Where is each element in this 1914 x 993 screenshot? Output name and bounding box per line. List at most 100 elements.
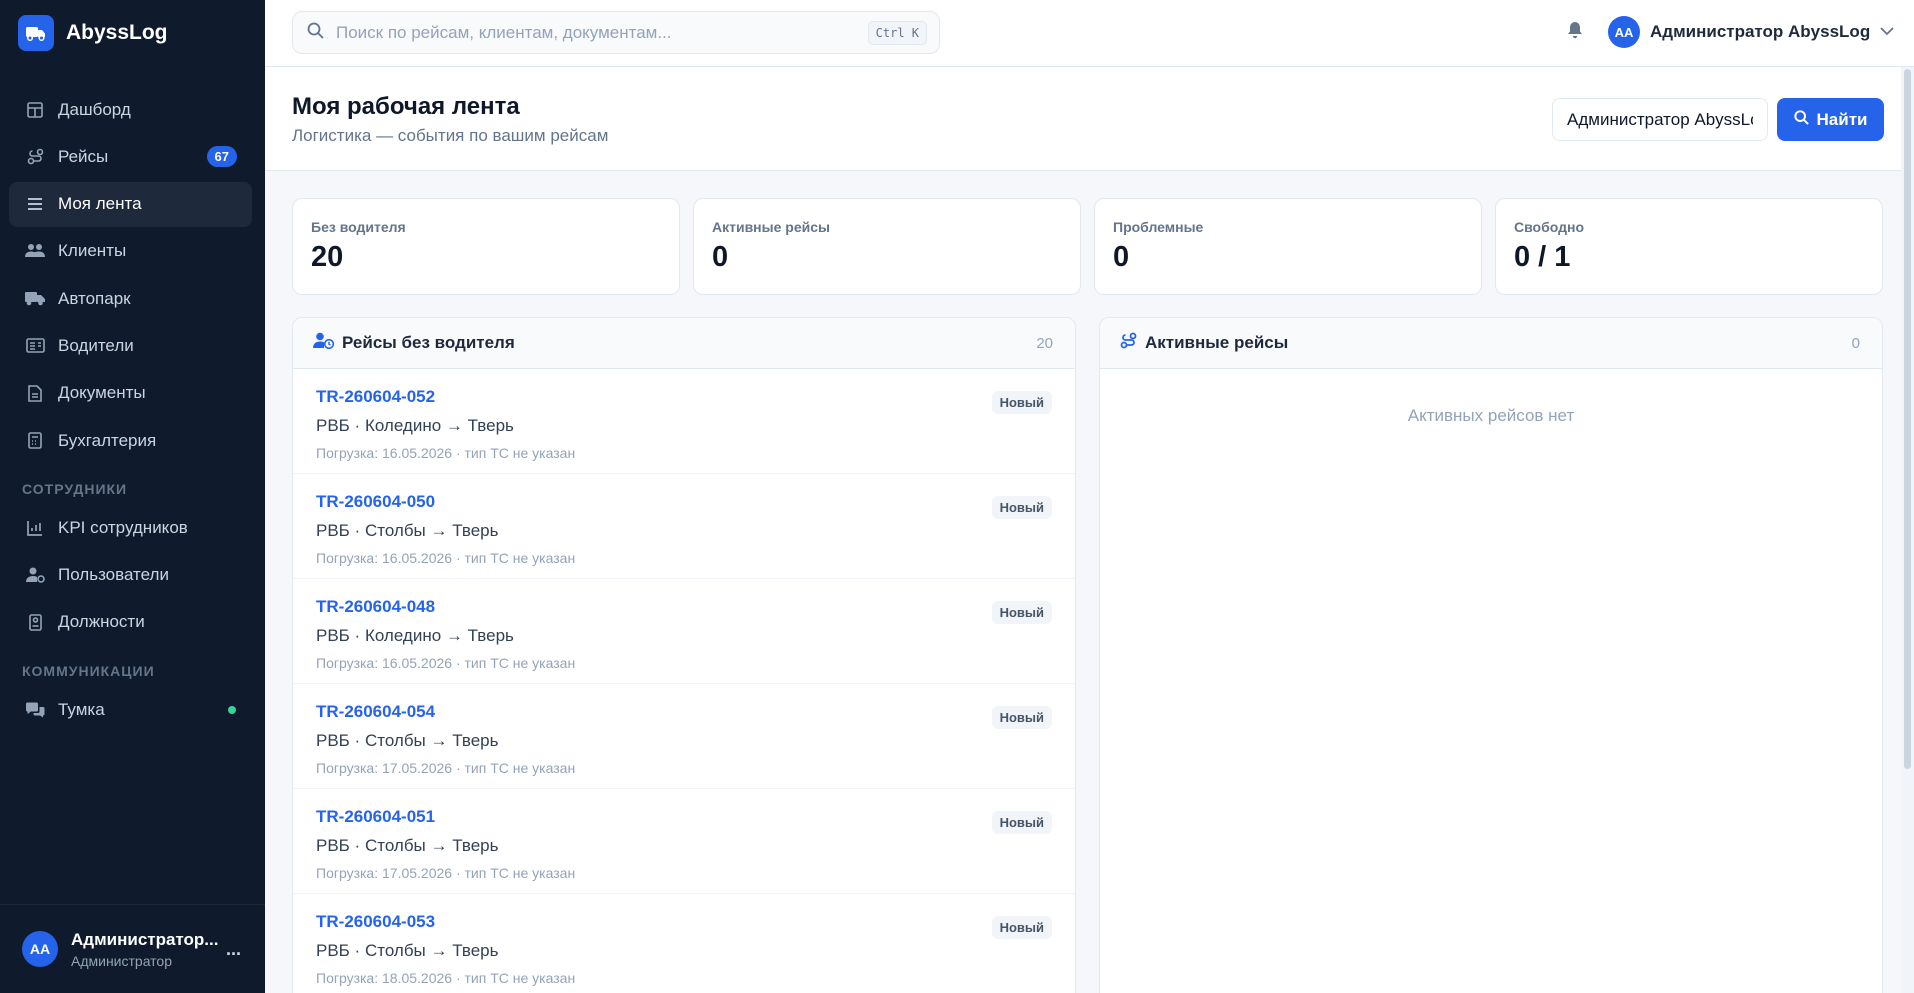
sidebar-item-kpi[interactable]: KPI сотрудников (9, 505, 252, 550)
trip-id-link[interactable]: TR-260604-052 (316, 387, 1052, 407)
trip-row[interactable]: TR-260604-048 РВБ · Коледино → Тверь Пог… (293, 579, 1075, 684)
sidebar-item-label: Пользователи (58, 565, 169, 585)
panel-title: Рейсы без водителя (342, 333, 515, 352)
status-badge: Новый (991, 391, 1052, 414)
grid-icon (24, 99, 46, 121)
status-badge: Новый (991, 916, 1052, 939)
page-subtitle: Логистика — события по вашим рейсам (292, 126, 609, 145)
stat-label: Проблемные (1113, 219, 1204, 235)
stat-value: 0 / 1 (1514, 241, 1571, 273)
trip-row[interactable]: TR-260604-053 РВБ · Столбы → Тверь Погру… (293, 894, 1075, 993)
section-communications: КОММУНИКАЦИИ (22, 663, 155, 680)
stat-label: Свободно (1514, 219, 1584, 235)
stat-card-unassigned: Без водителя 20 (292, 198, 680, 295)
sidebar-item-clients[interactable]: Клиенты (9, 229, 252, 274)
trip-id-link[interactable]: TR-260604-050 (316, 492, 1052, 512)
trip-route: РВБ · Коледино → Тверь (316, 626, 514, 645)
page-scrollbar[interactable] (1901, 67, 1914, 993)
stat-value: 0 (1113, 241, 1130, 273)
user-menu[interactable]: AA Администратор AbyssLog (1608, 16, 1894, 48)
employee-filter-input[interactable] (1552, 98, 1768, 141)
trip-id-link[interactable]: TR-260604-051 (316, 807, 1052, 827)
user-name: Администратор AbyssLog (1650, 22, 1871, 41)
sidebar: AbyssLog Дашборд Рейсы 67 Моя лента Клие… (0, 0, 265, 993)
trip-row[interactable]: TR-260604-054 РВБ · Столбы → Тверь Погру… (293, 684, 1075, 789)
avatar: AA (22, 931, 58, 967)
trip-meta: Погрузка: 16.05.2026 · тип ТС не указан (316, 655, 576, 671)
panel-header: Активные рейсы 0 (1100, 318, 1882, 369)
sidebar-item-label: Клиенты (58, 241, 127, 261)
trip-meta: Погрузка: 17.05.2026 · тип ТС не указан (316, 760, 576, 776)
document-icon (24, 382, 46, 404)
sidebar-item-fleet[interactable]: Автопарк (9, 276, 252, 321)
stat-card-active: Активные рейсы 0 (693, 198, 1081, 295)
sidebar-item-label: Рейсы (58, 146, 109, 166)
sidebar-item-documents[interactable]: Документы (9, 371, 252, 416)
sidebar-item-label: Водители (58, 335, 134, 355)
trip-meta: Погрузка: 17.05.2026 · тип ТС не указан (316, 865, 576, 881)
current-user-card[interactable]: AA Администратор... Администратор ... (0, 904, 265, 993)
status-badge: Новый (991, 496, 1052, 519)
calculator-icon (24, 430, 46, 452)
scrollbar-thumb[interactable] (1904, 69, 1911, 769)
search-icon (307, 22, 324, 44)
sidebar-item-label: Автопарк (58, 288, 131, 308)
sidebar-item-my-feed[interactable]: Моя лента (9, 181, 252, 227)
trip-route: РВБ · Коледино → Тверь (316, 416, 514, 435)
trip-meta: Погрузка: 16.05.2026 · тип ТС не указан (316, 550, 576, 566)
sidebar-item-label: KPI сотрудников (58, 517, 188, 537)
panel-title: Активные рейсы (1145, 333, 1289, 352)
topbar: Поиск по рейсам, клиентам, документам...… (265, 0, 1914, 67)
sidebar-item-drivers[interactable]: Водители (9, 323, 252, 368)
avatar: AA (1608, 16, 1640, 48)
sidebar-item-users[interactable]: Пользователи (9, 553, 252, 598)
sidebar-item-label: Моя лента (58, 194, 142, 214)
sidebar-item-label: Документы (58, 383, 146, 403)
trip-row[interactable]: TR-260604-052 РВБ · Коледино → Тверь Пог… (293, 369, 1075, 474)
sidebar-item-dashboard[interactable]: Дашборд (9, 87, 252, 132)
chevron-down-icon (1880, 23, 1894, 41)
sidebar-item-positions[interactable]: Должности (9, 600, 252, 645)
active-trips-panel: Активные рейсы 0 Активных рейсов нет (1099, 317, 1883, 993)
current-user-role: Администратор (71, 952, 173, 969)
global-search-input[interactable]: Поиск по рейсам, клиентам, документам...… (292, 11, 940, 54)
trip-meta: Погрузка: 16.05.2026 · тип ТС не указан (316, 445, 576, 461)
trip-route: РВБ · Столбы → Тверь (316, 941, 499, 960)
trip-route: РВБ · Столбы → Тверь (316, 836, 499, 855)
trip-route: РВБ · Столбы → Тверь (316, 731, 499, 750)
trip-id-link[interactable]: TR-260604-053 (316, 912, 1052, 932)
user-clock-icon (313, 332, 335, 354)
users-icon (24, 240, 46, 262)
page-header: Моя рабочая лента Логистика — события по… (265, 67, 1914, 171)
sidebar-item-trips[interactable]: Рейсы 67 (9, 134, 252, 179)
more-options-icon[interactable]: ... (226, 939, 241, 960)
brand[interactable]: AbyssLog (0, 0, 265, 66)
trip-id-link[interactable]: TR-260604-048 (316, 597, 1052, 617)
trip-row[interactable]: TR-260604-051 РВБ · Столбы → Тверь Погру… (293, 789, 1075, 894)
sidebar-item-label: Бухгалтерия (58, 430, 157, 450)
main-nav: Дашборд Рейсы 67 Моя лента Клиенты Автоп… (9, 87, 252, 735)
unassigned-trips-panel: Рейсы без водителя 20 TR-260604-052 РВБ … (292, 317, 1076, 993)
trip-route: РВБ · Столбы → Тверь (316, 521, 499, 540)
empty-state: Активных рейсов нет (1407, 406, 1575, 425)
stat-card-free: Свободно 0 / 1 (1495, 198, 1883, 295)
user-cog-icon (24, 564, 46, 586)
sidebar-item-accounting[interactable]: Бухгалтерия (9, 418, 252, 463)
panel-header: Рейсы без водителя 20 (293, 318, 1075, 369)
stat-label: Без водителя (311, 219, 406, 235)
trip-id-link[interactable]: TR-260604-054 (316, 702, 1052, 722)
find-button[interactable]: Найти (1777, 98, 1884, 141)
trips-count-badge: 67 (206, 146, 237, 168)
trip-row[interactable]: TR-260604-050 РВБ · Столбы → Тверь Погру… (293, 474, 1075, 579)
truck-icon (18, 15, 54, 51)
sidebar-item-label: Должности (58, 612, 145, 632)
status-badge: Новый (991, 601, 1052, 624)
section-staff: СОТРУДНИКИ (22, 481, 128, 498)
sidebar-item-chat[interactable]: Тумка (9, 687, 252, 732)
panel-count: 20 (1036, 334, 1053, 352)
bell-icon[interactable] (1567, 21, 1583, 45)
sidebar-item-label: Дашборд (58, 99, 131, 119)
sidebar-item-label: Тумка (58, 699, 105, 719)
list-icon (24, 193, 46, 215)
stat-card-problem: Проблемные 0 (1094, 198, 1482, 295)
